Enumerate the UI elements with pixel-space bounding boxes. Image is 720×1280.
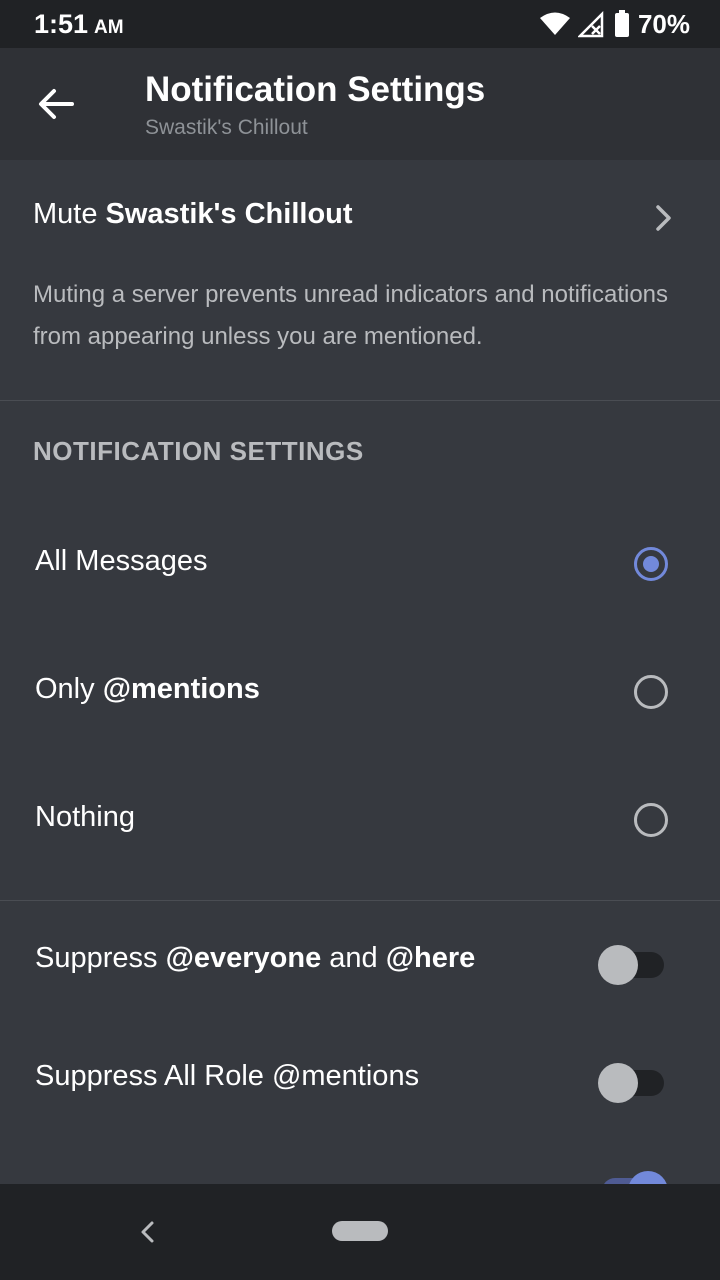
status-clock: 1:51 (34, 9, 89, 39)
back-button[interactable] (36, 86, 76, 122)
divider (0, 400, 720, 401)
suppress-everyone-label: Suppress @everyone and @here (35, 942, 475, 975)
status-ampm: AM (94, 17, 124, 38)
suppress-everyone-mid: and (321, 942, 386, 974)
divider (0, 900, 720, 901)
toggle-knob (598, 1063, 638, 1103)
everyone-mention: @everyone (165, 942, 322, 974)
status-time: 1:51 AM (34, 9, 124, 40)
nav-back-icon[interactable] (138, 1220, 158, 1244)
mute-server-label: Mute Swastik's Chillout (33, 198, 353, 231)
battery-icon (614, 10, 629, 37)
mute-server-row[interactable]: Mute Swastik's Chillout (0, 160, 720, 270)
option-label: Only @mentions (35, 673, 260, 706)
option-label-mentions: @mentions (102, 673, 260, 705)
toggle-knob (598, 945, 638, 985)
suppress-roles-label: Suppress All Role @mentions (35, 1060, 420, 1092)
option-label: Nothing (35, 801, 135, 833)
system-nav-bar (0, 1184, 720, 1280)
wifi-icon (539, 12, 570, 35)
cellular-no-signal-icon (577, 10, 604, 38)
status-icons: 70% (539, 8, 690, 39)
mute-description: Muting a server prevents unread indicato… (33, 281, 669, 350)
suppress-everyone-toggle[interactable] (598, 945, 664, 985)
nav-home-pill[interactable] (332, 1221, 388, 1241)
section-header: NOTIFICATION SETTINGS (33, 436, 364, 466)
option-label-prefix: Only (35, 673, 103, 705)
suppress-roles-row[interactable]: Suppress All Role @mentions (0, 1022, 720, 1132)
radio-unselected-icon[interactable] (634, 675, 668, 709)
suppress-everyone-prefix: Suppress (35, 942, 166, 974)
battery-percent: 70% (637, 8, 690, 39)
status-bar: 1:51 AM 70% (0, 0, 720, 48)
app-header: Notification Settings Swastik's Chillout (0, 48, 720, 160)
radio-unselected-icon[interactable] (634, 803, 668, 837)
mute-server-name: Swastik's Chillout (105, 198, 353, 230)
option-all-messages[interactable]: All Messages (0, 512, 720, 622)
chevron-right-icon (656, 205, 671, 231)
suppress-everyone-row[interactable]: Suppress @everyone and @here (0, 904, 720, 1014)
here-mention: @here (385, 942, 476, 974)
option-nothing[interactable]: Nothing (0, 768, 720, 878)
page-title: Notification Settings (145, 70, 486, 109)
arrow-left-icon (39, 89, 74, 119)
mute-prefix: Mute (33, 198, 106, 230)
radio-selected-icon[interactable] (634, 547, 668, 581)
option-only-mentions[interactable]: Only @mentions (0, 640, 720, 750)
page-subtitle: Swastik's Chillout (145, 116, 308, 139)
suppress-roles-toggle[interactable] (598, 1063, 664, 1103)
option-label: All Messages (35, 545, 208, 577)
